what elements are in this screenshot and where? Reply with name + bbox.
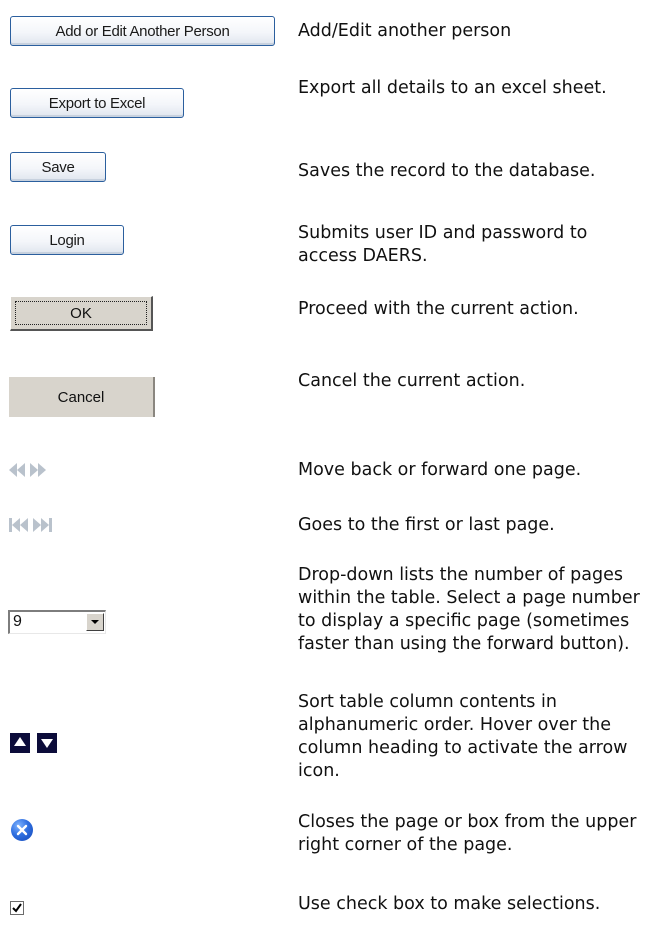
sort-ascending-icon[interactable] xyxy=(10,733,30,753)
sort-description: Sort table column contents in alphanumer… xyxy=(298,692,628,781)
close-description: Closes the page or box from the upper ri… xyxy=(298,812,637,855)
export-excel-button[interactable]: Export to Excel xyxy=(10,88,184,118)
chevron-down-icon[interactable] xyxy=(86,613,104,631)
add-edit-person-description: Add/Edit another person xyxy=(298,21,512,41)
page-dropdown-description: Drop-down lists the number of pages with… xyxy=(298,565,640,654)
cancel-description: Cancel the current action. xyxy=(298,371,526,391)
cancel-button[interactable]: Cancel xyxy=(9,377,155,417)
ok-button-label: OK xyxy=(70,304,92,322)
first-last-description: Goes to the first or last page. xyxy=(298,515,555,535)
login-button[interactable]: Login xyxy=(10,225,124,255)
login-description: Submits user ID and password to access D… xyxy=(298,223,588,266)
close-icon[interactable] xyxy=(11,819,33,841)
checkbox-description: Use check box to make selections. xyxy=(298,894,601,914)
next-page-icon[interactable] xyxy=(29,461,69,479)
save-description: Saves the record to the database. xyxy=(298,161,596,181)
prev-next-description: Move back or forward one page. xyxy=(298,460,582,480)
export-excel-description: Export all details to an excel sheet. xyxy=(298,78,607,98)
add-edit-person-button[interactable]: Add or Edit Another Person xyxy=(10,16,275,46)
first-page-icon[interactable] xyxy=(8,516,30,534)
save-button[interactable]: Save xyxy=(10,152,106,182)
cancel-button-label: Cancel xyxy=(57,388,105,406)
checkbox[interactable] xyxy=(10,901,24,915)
sort-descending-icon[interactable] xyxy=(37,733,57,753)
last-page-icon[interactable] xyxy=(31,516,53,534)
page-number-value: 9 xyxy=(13,613,22,630)
page-number-dropdown[interactable]: 9 xyxy=(8,610,106,634)
ok-description: Proceed with the current action. xyxy=(298,299,579,319)
ok-button[interactable]: OK xyxy=(10,296,153,331)
